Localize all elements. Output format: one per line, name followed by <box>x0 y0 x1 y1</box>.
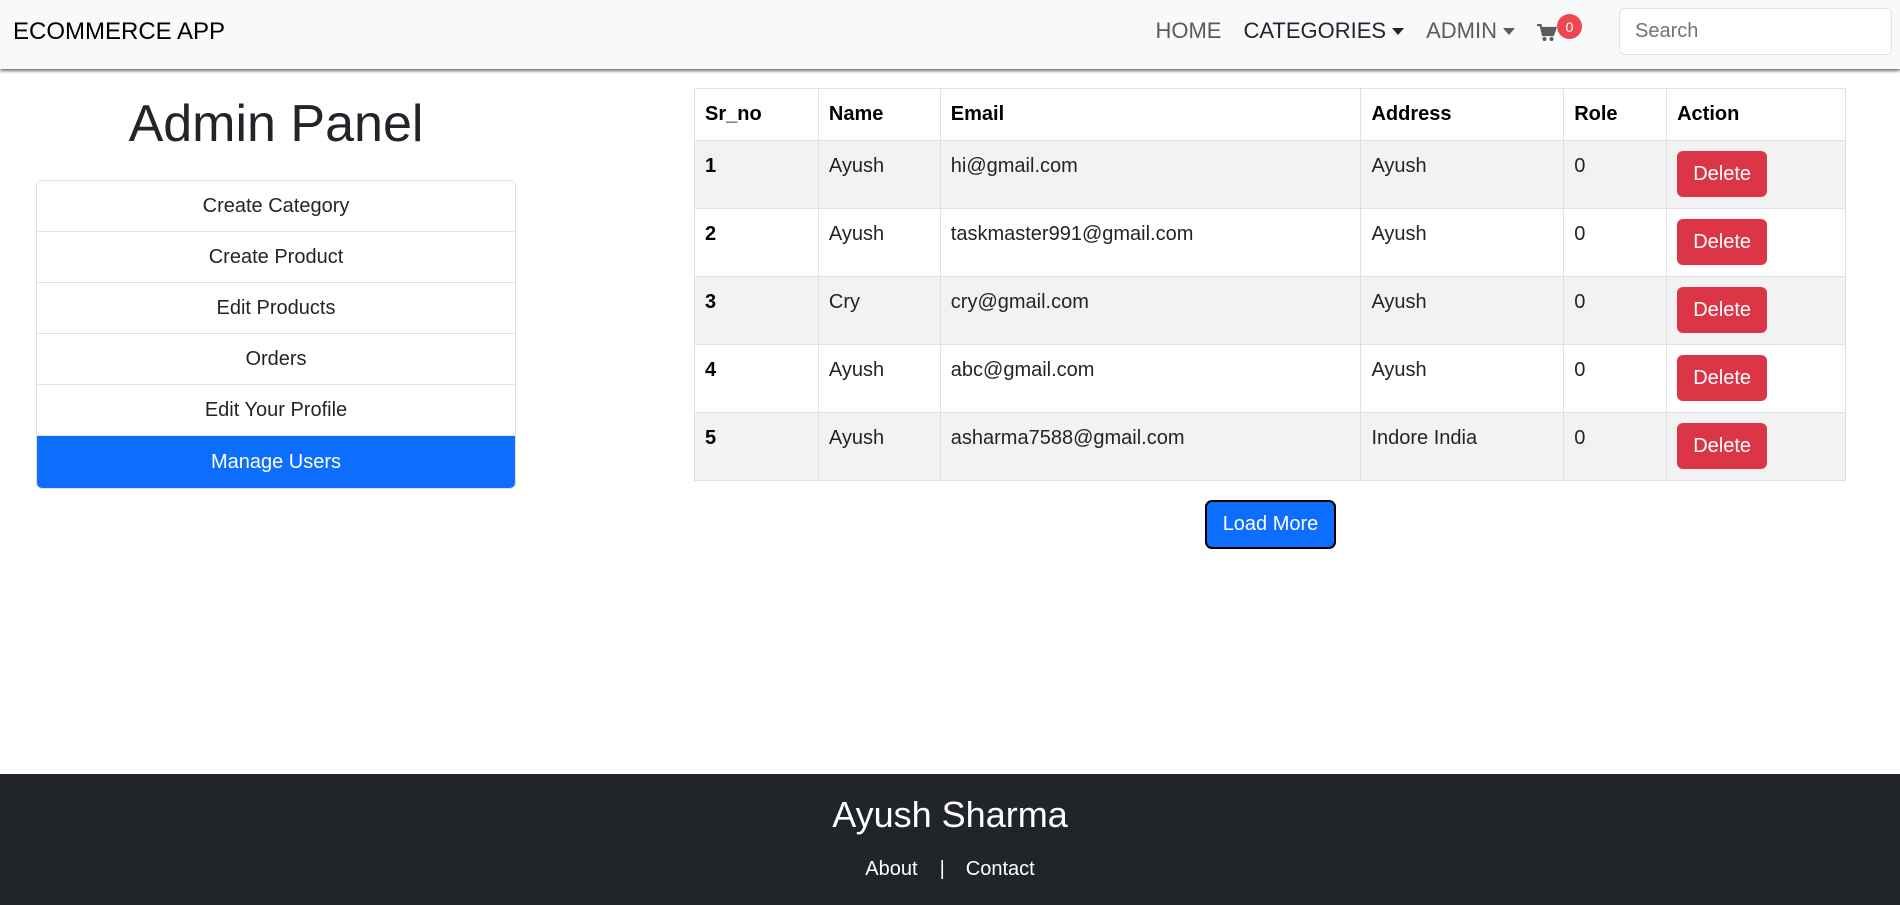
delete-button[interactable]: Delete <box>1677 287 1768 333</box>
cell-email: cry@gmail.com <box>939 276 1362 345</box>
cell-address: Ayush <box>1360 208 1565 277</box>
cell-role: 0 <box>1563 276 1668 345</box>
menu-item-manage-users[interactable]: Manage Users <box>37 436 515 488</box>
menu-item-edit-products[interactable]: Edit Products <box>37 283 515 334</box>
navbar: ECOMMERCE APP HOME CATEGORIES ADMIN 0 <box>0 0 1900 69</box>
nav-admin-label: ADMIN <box>1426 18 1497 43</box>
cell-role: 0 <box>1563 208 1668 277</box>
column-header-email: Email <box>939 88 1362 141</box>
footer-contact-link[interactable]: Contact <box>966 858 1035 881</box>
admin-menu: Create Category Create Product Edit Prod… <box>36 180 516 489</box>
cell-email: abc@gmail.com <box>939 344 1362 413</box>
caret-down-icon <box>1503 27 1515 35</box>
cell-sr-no: 2 <box>694 208 819 277</box>
cell-role: 0 <box>1563 344 1668 413</box>
cell-action: Delete <box>1666 276 1846 345</box>
cell-name: Ayush <box>817 140 941 209</box>
menu-item-edit-profile[interactable]: Edit Your Profile <box>37 385 515 436</box>
load-more-button[interactable]: Load More <box>1205 500 1336 549</box>
cell-action: Delete <box>1666 412 1846 481</box>
delete-button[interactable]: Delete <box>1677 151 1768 197</box>
delete-button[interactable]: Delete <box>1677 219 1768 265</box>
cell-action: Delete <box>1666 208 1846 277</box>
delete-button[interactable]: Delete <box>1677 355 1768 401</box>
cell-address: Ayush <box>1360 276 1565 345</box>
column-header-action: Action <box>1666 88 1846 141</box>
cart-count-badge: 0 <box>1557 14 1582 39</box>
nav-categories-dropdown[interactable]: CATEGORIES <box>1243 18 1405 44</box>
cell-action: Delete <box>1666 344 1846 413</box>
nav-categories-label: CATEGORIES <box>1243 18 1387 43</box>
cell-email: asharma7588@gmail.com <box>939 412 1362 481</box>
footer: Ayush Sharma About | Contact <box>0 774 1900 905</box>
cell-name: Cry <box>817 276 941 345</box>
nav-admin-dropdown[interactable]: ADMIN <box>1426 18 1515 44</box>
brand-link[interactable]: ECOMMERCE APP <box>13 18 225 46</box>
delete-button[interactable]: Delete <box>1677 423 1768 469</box>
footer-about-link[interactable]: About <box>865 858 917 881</box>
cell-address: Indore India <box>1360 412 1565 481</box>
search-input[interactable] <box>1619 8 1892 55</box>
nav-links: HOME CATEGORIES ADMIN 0 <box>1133 14 1582 46</box>
cart-icon <box>1537 24 1557 41</box>
table-row: 5 Ayush asharma7588@gmail.com Indore Ind… <box>694 412 1846 481</box>
cart-button[interactable]: 0 <box>1537 14 1582 46</box>
cell-sr-no: 1 <box>694 140 819 209</box>
caret-down-icon <box>1392 27 1405 35</box>
cell-address: Ayush <box>1360 344 1565 413</box>
menu-item-orders[interactable]: Orders <box>37 334 515 385</box>
table-row: 1 Ayush hi@gmail.com Ayush 0 Delete <box>694 140 1846 209</box>
menu-item-create-product[interactable]: Create Product <box>37 232 515 283</box>
cell-email: hi@gmail.com <box>939 140 1362 209</box>
users-table: Sr_no Name Email Address Role Action 1 A… <box>694 88 1846 481</box>
column-header-address: Address <box>1360 88 1565 141</box>
cell-role: 0 <box>1563 412 1668 481</box>
table-header-row: Sr_no Name Email Address Role Action <box>694 88 1846 141</box>
column-header-role: Role <box>1563 88 1668 141</box>
menu-item-create-category[interactable]: Create Category <box>37 181 515 232</box>
footer-links: About | Contact <box>0 858 1900 881</box>
table-row: 3 Cry cry@gmail.com Ayush 0 Delete <box>694 276 1846 345</box>
column-header-sr-no: Sr_no <box>694 88 819 141</box>
cell-email: taskmaster991@gmail.com <box>939 208 1362 277</box>
footer-title: Ayush Sharma <box>832 794 1068 835</box>
cell-sr-no: 5 <box>694 412 819 481</box>
cell-sr-no: 4 <box>694 344 819 413</box>
table-row: 2 Ayush taskmaster991@gmail.com Ayush 0 … <box>694 208 1846 277</box>
cell-address: Ayush <box>1360 140 1565 209</box>
footer-separator: | <box>939 858 945 880</box>
cell-role: 0 <box>1563 140 1668 209</box>
cell-name: Ayush <box>817 208 941 277</box>
cell-name: Ayush <box>817 412 941 481</box>
table-row: 4 Ayush abc@gmail.com Ayush 0 Delete <box>694 344 1846 413</box>
page-title: Admin Panel <box>128 95 424 153</box>
cell-sr-no: 3 <box>694 276 819 345</box>
cell-name: Ayush <box>817 344 941 413</box>
cell-action: Delete <box>1666 140 1846 209</box>
column-header-name: Name <box>817 88 941 141</box>
nav-home-link[interactable]: HOME <box>1155 18 1221 44</box>
